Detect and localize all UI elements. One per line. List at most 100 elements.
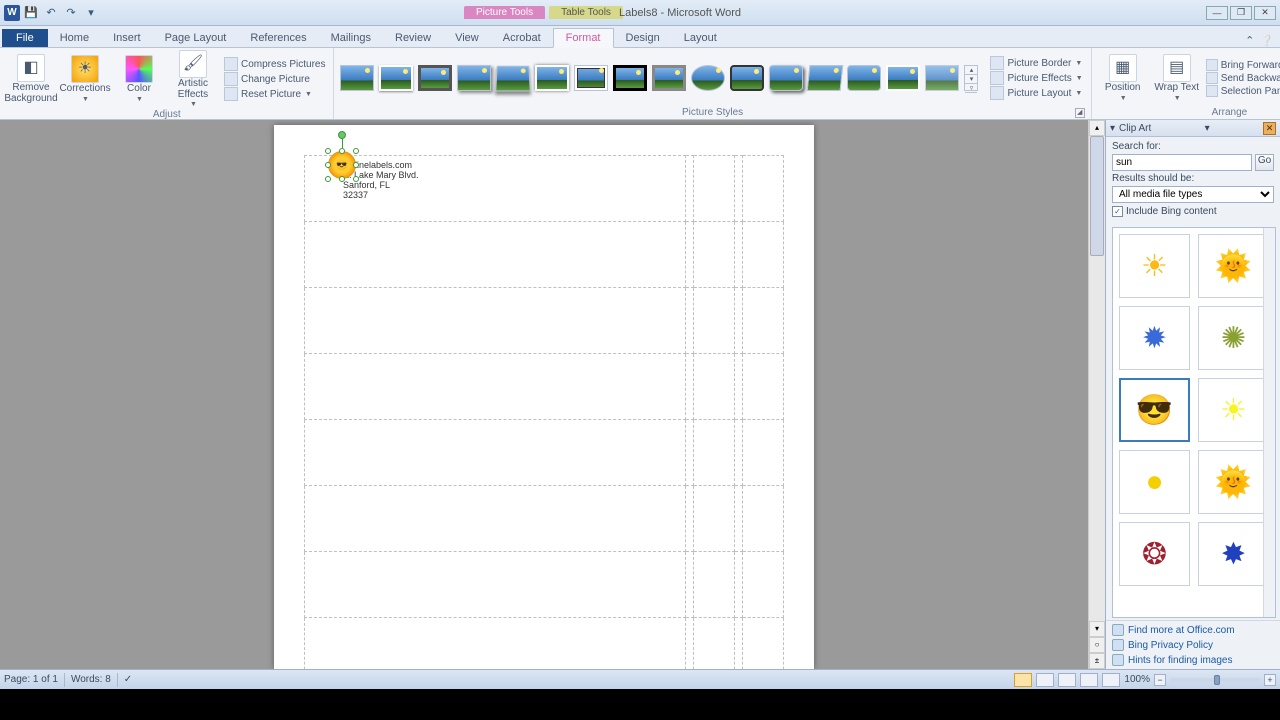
results-scrollbar[interactable]: [1263, 228, 1275, 617]
privacy-link[interactable]: Bing Privacy Policy: [1112, 639, 1274, 651]
style-thumb[interactable]: [613, 65, 647, 91]
tab-references[interactable]: References: [238, 29, 318, 47]
zoom-level[interactable]: 100%: [1124, 674, 1150, 685]
clipart-result[interactable]: ✺: [1198, 306, 1269, 370]
tab-format[interactable]: Format: [553, 28, 614, 48]
label-cell[interactable]: [742, 156, 783, 222]
scroll-up-icon[interactable]: ▴: [1089, 120, 1105, 136]
corrections-button[interactable]: ☀ Corrections▼: [60, 55, 110, 103]
clipart-result[interactable]: 🌞: [1198, 234, 1269, 298]
page-indicator[interactable]: Page: 1 of 1: [4, 674, 58, 685]
resize-handle[interactable]: [325, 148, 331, 154]
style-thumb[interactable]: [496, 66, 532, 92]
prev-page-icon[interactable]: ±: [1089, 653, 1105, 669]
style-thumb[interactable]: [535, 65, 569, 91]
resize-handle[interactable]: [353, 162, 359, 168]
style-thumb[interactable]: [925, 65, 959, 91]
media-type-select[interactable]: All media file types: [1112, 186, 1274, 203]
find-more-link[interactable]: Find more at Office.com: [1112, 624, 1274, 636]
tab-mailings[interactable]: Mailings: [319, 29, 383, 47]
label-table[interactable]: Onlinelabels.com E. Lake Mary Blvd. Sanf…: [304, 155, 784, 669]
style-thumb[interactable]: [574, 65, 608, 91]
clipart-result-selected[interactable]: 😎: [1119, 378, 1190, 442]
pane-menu-icon[interactable]: ▾: [1110, 123, 1115, 134]
outline-view-button[interactable]: [1080, 673, 1098, 687]
change-picture-button[interactable]: Change Picture: [222, 72, 327, 86]
style-thumb[interactable]: [847, 65, 881, 91]
draft-view-button[interactable]: [1102, 673, 1120, 687]
tab-home[interactable]: Home: [48, 29, 101, 47]
style-thumb[interactable]: [769, 65, 803, 91]
label-cell[interactable]: [693, 156, 734, 222]
rotate-handle[interactable]: [338, 131, 346, 139]
resize-handle[interactable]: [339, 176, 345, 182]
tab-file[interactable]: File: [2, 29, 48, 47]
send-backward-button[interactable]: Send Backward▼: [1206, 72, 1280, 84]
full-screen-view-button[interactable]: [1036, 673, 1054, 687]
clipart-result[interactable]: ☀: [1198, 378, 1269, 442]
redo-icon[interactable]: ↷: [62, 4, 80, 22]
save-icon[interactable]: 💾: [22, 4, 40, 22]
selected-clipart[interactable]: 😎: [328, 151, 356, 179]
go-button[interactable]: Go: [1255, 154, 1274, 171]
resize-handle[interactable]: [353, 176, 359, 182]
tab-acrobat[interactable]: Acrobat: [491, 29, 553, 47]
tab-design[interactable]: Design: [614, 29, 672, 47]
maximize-button[interactable]: ❐: [1230, 6, 1252, 20]
artistic-effects-button[interactable]: 🖌 Artistic Effects▼: [168, 50, 218, 108]
picture-style-gallery[interactable]: ▴▾▿: [340, 65, 978, 91]
vertical-scrollbar[interactable]: ▴ ▾ ○ ±: [1088, 120, 1105, 669]
gallery-more-button[interactable]: ▴▾▿: [964, 65, 978, 91]
browse-object-icon[interactable]: ○: [1089, 637, 1105, 653]
scroll-thumb[interactable]: [1090, 136, 1104, 256]
pane-dropdown-icon[interactable]: ▾: [1205, 123, 1210, 134]
tab-layout[interactable]: Layout: [672, 29, 729, 47]
tab-insert[interactable]: Insert: [101, 29, 153, 47]
color-button[interactable]: Color▼: [114, 55, 164, 103]
style-thumb[interactable]: [886, 65, 920, 91]
print-layout-view-button[interactable]: [1014, 673, 1032, 687]
help-icon[interactable]: ❔: [1260, 34, 1274, 47]
zoom-in-button[interactable]: +: [1264, 674, 1276, 686]
resize-handle[interactable]: [339, 148, 345, 154]
clipart-result[interactable]: ✸: [1198, 522, 1269, 586]
close-button[interactable]: ✕: [1254, 6, 1276, 20]
tab-page-layout[interactable]: Page Layout: [153, 29, 239, 47]
style-thumb[interactable]: [691, 65, 725, 91]
scroll-down-icon[interactable]: ▾: [1089, 621, 1105, 637]
label-cell[interactable]: Onlinelabels.com E. Lake Mary Blvd. Sanf…: [305, 156, 686, 222]
search-input[interactable]: [1112, 154, 1252, 171]
include-bing-checkbox[interactable]: ✓: [1112, 206, 1123, 217]
picture-effects-button[interactable]: Picture Effects▼: [988, 71, 1084, 85]
resize-handle[interactable]: [325, 162, 331, 168]
resize-handle[interactable]: [353, 148, 359, 154]
document-area[interactable]: 😎 Onlinelabels.com E. Lake Mary Blvd.: [0, 120, 1088, 669]
proofing-icon[interactable]: ✓: [124, 674, 132, 685]
picture-layout-button[interactable]: Picture Layout▼: [988, 86, 1084, 100]
picture-border-button[interactable]: Picture Border▼: [988, 56, 1084, 70]
clipart-result[interactable]: ☀: [1119, 234, 1190, 298]
clipart-result[interactable]: 🌞: [1198, 450, 1269, 514]
resize-handle[interactable]: [325, 176, 331, 182]
style-thumb[interactable]: [379, 65, 413, 91]
minimize-ribbon-icon[interactable]: ⌃: [1245, 34, 1254, 47]
style-thumb[interactable]: [457, 65, 491, 91]
compress-pictures-button[interactable]: Compress Pictures: [222, 57, 327, 71]
style-thumb[interactable]: [730, 65, 764, 91]
clipart-result[interactable]: ❂: [1119, 522, 1190, 586]
qat-customize-icon[interactable]: ▾: [82, 4, 100, 22]
bring-forward-button[interactable]: Bring Forward▼: [1206, 59, 1280, 71]
clipart-result[interactable]: ✹: [1119, 306, 1190, 370]
remove-background-button[interactable]: ◧ Remove Background: [6, 54, 56, 104]
wrap-text-button[interactable]: ▤Wrap Text▼: [1152, 54, 1202, 102]
style-thumb[interactable]: [652, 65, 686, 91]
web-layout-view-button[interactable]: [1058, 673, 1076, 687]
style-thumb[interactable]: [807, 65, 844, 91]
style-thumb[interactable]: [340, 65, 374, 91]
word-count[interactable]: Words: 8: [71, 674, 111, 685]
clipart-result[interactable]: ●: [1119, 450, 1190, 514]
page[interactable]: 😎 Onlinelabels.com E. Lake Mary Blvd.: [274, 125, 814, 669]
zoom-slider[interactable]: [1170, 678, 1260, 682]
undo-icon[interactable]: ↶: [42, 4, 60, 22]
minimize-button[interactable]: —: [1206, 6, 1228, 20]
